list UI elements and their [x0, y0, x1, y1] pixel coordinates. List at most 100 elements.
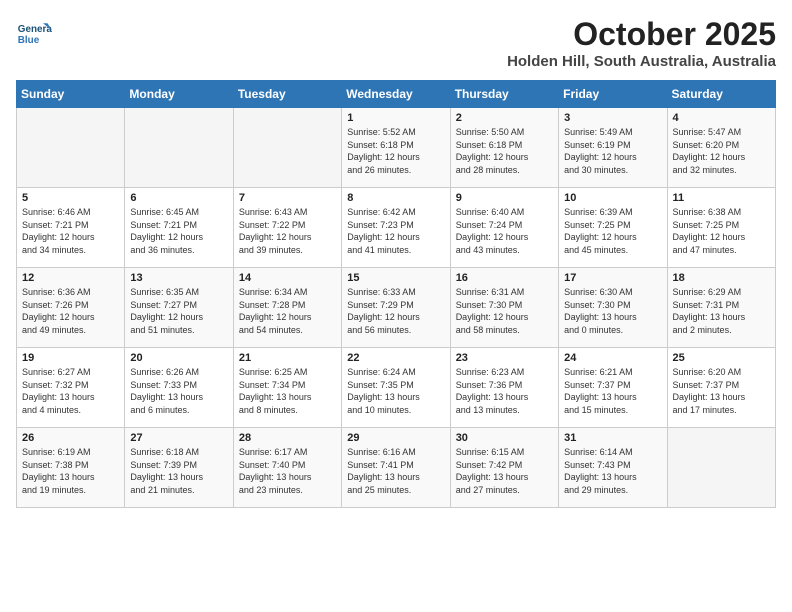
calendar-cell: 7Sunrise: 6:43 AM Sunset: 7:22 PM Daylig…: [233, 188, 341, 268]
day-info: Sunrise: 6:23 AM Sunset: 7:36 PM Dayligh…: [456, 366, 553, 416]
calendar-cell: 13 Sunrise: 6:35 AM Sunset: 7:27 PM Dayli…: [125, 268, 233, 348]
day-info: Sunrise: 6:34 AM Sunset: 7:28 PM Dayligh…: [239, 286, 336, 336]
calendar-cell: [17, 108, 125, 188]
calendar-cell: 6 Sunrise: 6:45 AM Sunset: 7:21 PM Daylig…: [125, 188, 233, 268]
day-info: Sunrise: 6:18 AM Sunset: 7:39 PM Dayligh…: [130, 446, 227, 496]
day-number: 2: [456, 112, 553, 124]
header-day-wednesday: Wednesday: [342, 81, 450, 108]
day-number: 27: [130, 432, 227, 444]
calendar-cell: 14 Sunrise: 6:34 AM Sunset: 7:28 PM Dayli…: [233, 268, 341, 348]
header-day-monday: Monday: [125, 81, 233, 108]
calendar-cell: 27 Sunrise: 6:18 AM Sunset: 7:39 PM Dayli…: [125, 428, 233, 508]
day-info: Sunrise: 6:40 AM Sunset: 7:24 PM Dayligh…: [456, 206, 553, 256]
day-info: Sunrise: 6:19 AM Sunset: 7:38 PM Dayligh…: [22, 446, 119, 496]
calendar-cell: 5 Sunrise: 6:46 AM Sunset: 7:21 PM Daylig…: [17, 188, 125, 268]
calendar-cell: 29Sunrise: 6:16 AM Sunset: 7:41 PM Dayli…: [342, 428, 450, 508]
calendar-cell: 31Sunrise: 6:14 AM Sunset: 7:43 PM Dayli…: [559, 428, 667, 508]
day-info: Sunrise: 6:35 AM Sunset: 7:27 PM Dayligh…: [130, 286, 227, 336]
header-day-sunday: Sunday: [17, 81, 125, 108]
calendar-week-row: 19 Sunrise: 6:27 AM Sunset: 7:32 PM Dayli…: [17, 348, 776, 428]
day-info: Sunrise: 6:39 AM Sunset: 7:25 PM Dayligh…: [564, 206, 661, 256]
calendar-week-row: 26 Sunrise: 6:19 AM Sunset: 7:38 PM Dayli…: [17, 428, 776, 508]
day-info: Sunrise: 5:52 AM Sunset: 6:18 PM Dayligh…: [347, 126, 444, 176]
calendar-week-row: 5 Sunrise: 6:46 AM Sunset: 7:21 PM Daylig…: [17, 188, 776, 268]
title-area: October 2025 Holden Hill, South Australi…: [507, 16, 776, 70]
day-info: Sunrise: 6:42 AM Sunset: 7:23 PM Dayligh…: [347, 206, 444, 256]
calendar-cell: 17Sunrise: 6:30 AM Sunset: 7:30 PM Dayli…: [559, 268, 667, 348]
calendar-cell: 28 Sunrise: 6:17 AM Sunset: 7:40 PM Dayli…: [233, 428, 341, 508]
day-number: 28: [239, 432, 336, 444]
day-info: Sunrise: 6:33 AM Sunset: 7:29 PM Dayligh…: [347, 286, 444, 336]
day-number: 19: [22, 352, 119, 364]
day-info: Sunrise: 6:25 AM Sunset: 7:34 PM Dayligh…: [239, 366, 336, 416]
day-info: Sunrise: 6:36 AM Sunset: 7:26 PM Dayligh…: [22, 286, 119, 336]
day-info: Sunrise: 6:17 AM Sunset: 7:40 PM Dayligh…: [239, 446, 336, 496]
calendar-cell: 19 Sunrise: 6:27 AM Sunset: 7:32 PM Dayli…: [17, 348, 125, 428]
day-number: 15: [347, 272, 444, 284]
calendar-cell: 2Sunrise: 5:50 AM Sunset: 6:18 PM Daylig…: [450, 108, 558, 188]
calendar-cell: 23 Sunrise: 6:23 AM Sunset: 7:36 PM Dayli…: [450, 348, 558, 428]
calendar-cell: 3 Sunrise: 5:49 AM Sunset: 6:19 PM Daylig…: [559, 108, 667, 188]
day-number: 30: [456, 432, 553, 444]
day-number: 26: [22, 432, 119, 444]
day-info: Sunrise: 6:27 AM Sunset: 7:32 PM Dayligh…: [22, 366, 119, 416]
day-info: Sunrise: 6:46 AM Sunset: 7:21 PM Dayligh…: [22, 206, 119, 256]
day-number: 18: [673, 272, 770, 284]
day-number: 11: [673, 192, 770, 204]
day-number: 6: [130, 192, 227, 204]
calendar-cell: 20Sunrise: 6:26 AM Sunset: 7:33 PM Dayli…: [125, 348, 233, 428]
location-subtitle: Holden Hill, South Australia, Australia: [507, 53, 776, 70]
calendar-cell: [667, 428, 775, 508]
day-number: 10: [564, 192, 661, 204]
day-number: 14: [239, 272, 336, 284]
day-info: Sunrise: 5:47 AM Sunset: 6:20 PM Dayligh…: [673, 126, 770, 176]
day-info: Sunrise: 6:43 AM Sunset: 7:22 PM Dayligh…: [239, 206, 336, 256]
calendar-cell: 15 Sunrise: 6:33 AM Sunset: 7:29 PM Dayli…: [342, 268, 450, 348]
calendar-cell: 16 Sunrise: 6:31 AM Sunset: 7:30 PM Dayli…: [450, 268, 558, 348]
calendar-cell: 9 Sunrise: 6:40 AM Sunset: 7:24 PM Daylig…: [450, 188, 558, 268]
logo: General Blue: [16, 16, 52, 52]
day-number: 29: [347, 432, 444, 444]
header-day-friday: Friday: [559, 81, 667, 108]
day-number: 25: [673, 352, 770, 364]
day-number: 5: [22, 192, 119, 204]
calendar-cell: 25Sunrise: 6:20 AM Sunset: 7:37 PM Dayli…: [667, 348, 775, 428]
day-number: 1: [347, 112, 444, 124]
day-number: 23: [456, 352, 553, 364]
calendar-cell: [233, 108, 341, 188]
day-number: 24: [564, 352, 661, 364]
calendar-cell: 24Sunrise: 6:21 AM Sunset: 7:37 PM Dayli…: [559, 348, 667, 428]
header-day-thursday: Thursday: [450, 81, 558, 108]
day-number: 16: [456, 272, 553, 284]
day-number: 4: [673, 112, 770, 124]
day-info: Sunrise: 6:31 AM Sunset: 7:30 PM Dayligh…: [456, 286, 553, 336]
day-number: 17: [564, 272, 661, 284]
calendar-cell: 4 Sunrise: 5:47 AM Sunset: 6:20 PM Daylig…: [667, 108, 775, 188]
calendar-week-row: 1 Sunrise: 5:52 AM Sunset: 6:18 PM Daylig…: [17, 108, 776, 188]
day-number: 9: [456, 192, 553, 204]
page-header: General Blue October 2025 Holden Hill, S…: [16, 16, 776, 70]
header-day-tuesday: Tuesday: [233, 81, 341, 108]
day-number: 12: [22, 272, 119, 284]
calendar-cell: 1 Sunrise: 5:52 AM Sunset: 6:18 PM Daylig…: [342, 108, 450, 188]
day-info: Sunrise: 6:15 AM Sunset: 7:42 PM Dayligh…: [456, 446, 553, 496]
month-year-title: October 2025: [507, 16, 776, 53]
calendar-cell: 18Sunrise: 6:29 AM Sunset: 7:31 PM Dayli…: [667, 268, 775, 348]
calendar-cell: 8 Sunrise: 6:42 AM Sunset: 7:23 PM Daylig…: [342, 188, 450, 268]
day-info: Sunrise: 5:49 AM Sunset: 6:19 PM Dayligh…: [564, 126, 661, 176]
calendar-cell: 10 Sunrise: 6:39 AM Sunset: 7:25 PM Dayli…: [559, 188, 667, 268]
day-number: 21: [239, 352, 336, 364]
day-info: Sunrise: 6:26 AM Sunset: 7:33 PM Dayligh…: [130, 366, 227, 416]
day-number: 13: [130, 272, 227, 284]
calendar-cell: [125, 108, 233, 188]
day-number: 22: [347, 352, 444, 364]
calendar-cell: 21 Sunrise: 6:25 AM Sunset: 7:34 PM Dayli…: [233, 348, 341, 428]
svg-text:Blue: Blue: [18, 35, 40, 46]
day-info: Sunrise: 6:45 AM Sunset: 7:21 PM Dayligh…: [130, 206, 227, 256]
header-day-saturday: Saturday: [667, 81, 775, 108]
day-number: 8: [347, 192, 444, 204]
calendar-table: SundayMondayTuesdayWednesdayThursdayFrid…: [16, 80, 776, 508]
calendar-header-row: SundayMondayTuesdayWednesdayThursdayFrid…: [17, 81, 776, 108]
calendar-cell: 22Sunrise: 6:24 AM Sunset: 7:35 PM Dayli…: [342, 348, 450, 428]
day-number: 3: [564, 112, 661, 124]
